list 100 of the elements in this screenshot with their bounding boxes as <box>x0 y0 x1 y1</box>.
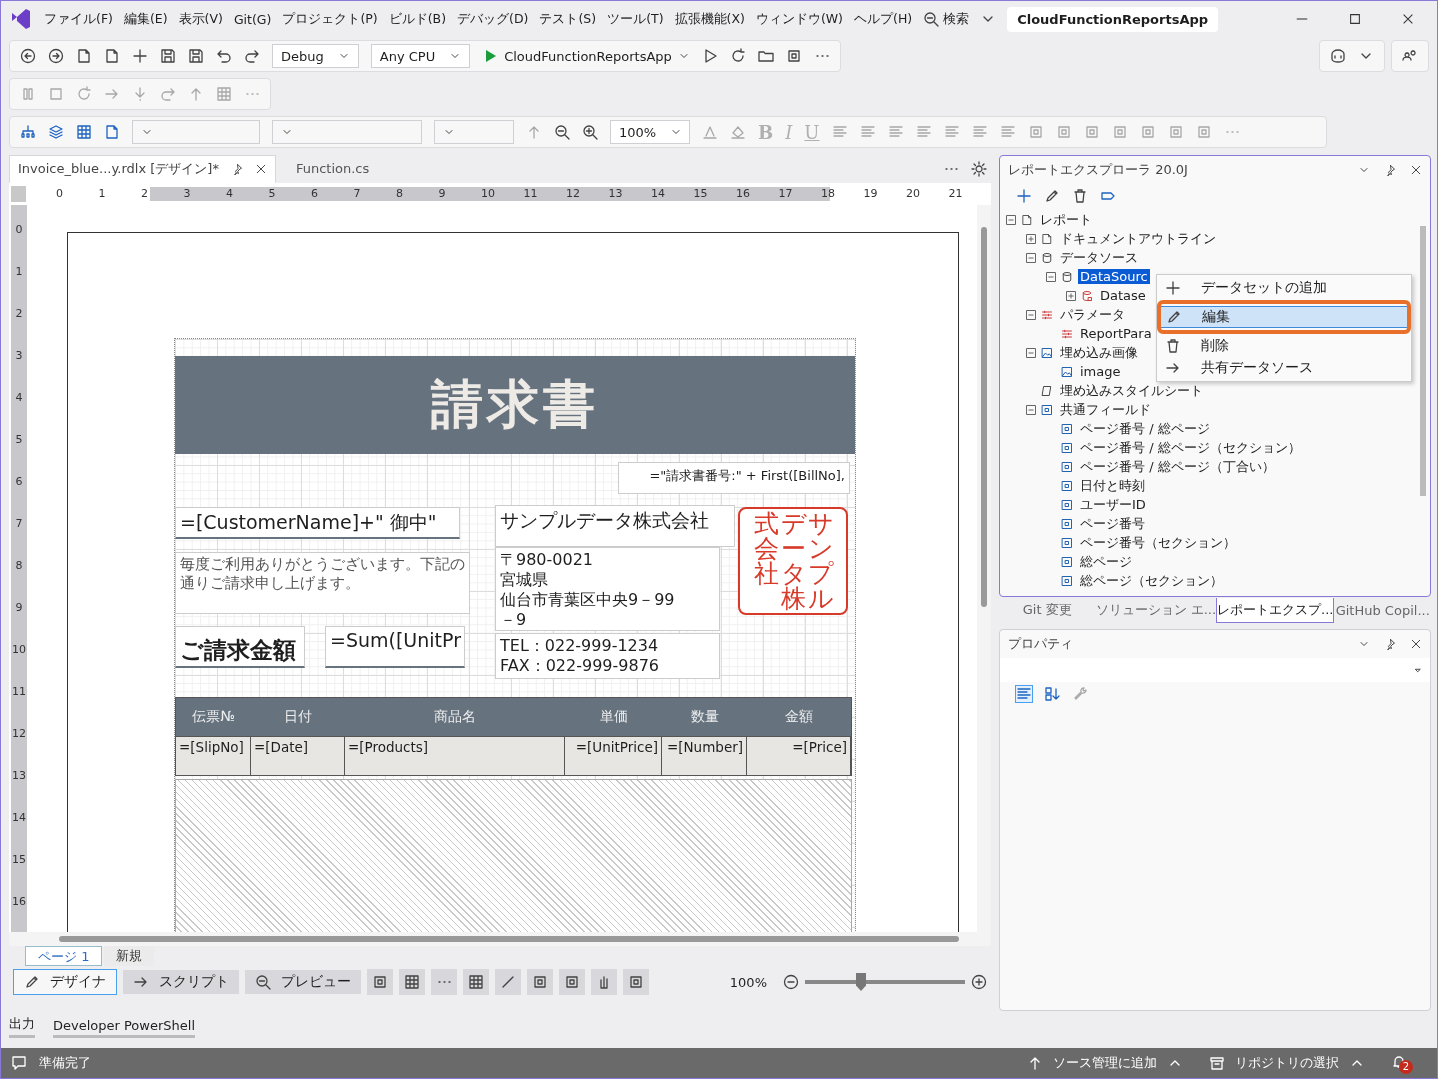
maximize-icon[interactable] <box>1348 12 1362 26</box>
menu-item[interactable]: 編集(E) <box>123 10 168 28</box>
panel-tab[interactable]: ソリューション エ... <box>1095 598 1217 622</box>
forward-icon[interactable] <box>48 48 64 64</box>
menu-item[interactable]: 拡張機能(X) <box>674 10 745 28</box>
expander-icon[interactable] <box>1026 233 1036 244</box>
menu-item[interactable]: ウィンドウ(W) <box>755 10 843 28</box>
hand-icon[interactable] <box>591 969 617 995</box>
tree-item[interactable]: ページ番号（セクション） <box>1078 533 1238 552</box>
tree-item[interactable]: ページ番号 / 総ページ（丁合い） <box>1078 457 1277 476</box>
layers-icon[interactable] <box>48 124 64 140</box>
repository-button[interactable]: リポジトリの選択 <box>1209 1054 1365 1072</box>
panel-tab[interactable]: GitHub Copil... <box>1334 599 1431 621</box>
table-icon[interactable] <box>399 969 425 995</box>
zoom-out-icon[interactable] <box>783 974 799 990</box>
menu-item[interactable]: デバッグ(D) <box>457 10 529 28</box>
page-tab[interactable]: 新規 <box>104 946 155 966</box>
tree-item[interactable]: image <box>1078 364 1123 379</box>
add-item-icon[interactable] <box>132 48 148 64</box>
pause-icon[interactable] <box>20 86 36 102</box>
document-tab[interactable]: Invoice_blue...y.rdlx [デザイン]* <box>9 154 276 184</box>
slider-thumb[interactable] <box>856 973 866 991</box>
tree-item[interactable]: ドキュメントアウトライン <box>1058 229 1218 248</box>
undo-icon[interactable] <box>216 48 232 64</box>
expander-icon[interactable] <box>1026 309 1036 320</box>
source-control-button[interactable]: ソース管理に追加 <box>1027 1054 1183 1072</box>
tree-item[interactable]: 日付と時刻 <box>1078 476 1147 495</box>
start-button[interactable]: CloudFunctionReportsApp <box>482 48 690 64</box>
horizontal-scrollbar[interactable] <box>9 932 991 946</box>
menu-item[interactable]: 表示(V) <box>178 10 223 28</box>
zoom-dropdown[interactable]: 100% <box>610 120 690 144</box>
document-icon[interactable] <box>104 124 120 140</box>
restart-icon[interactable] <box>76 86 92 102</box>
hot-reload-icon[interactable] <box>729 48 746 64</box>
font-color-icon[interactable] <box>702 124 718 140</box>
mode-tab[interactable]: デザイナ <box>13 969 117 995</box>
menu-item[interactable]: テスト(S) <box>539 10 597 28</box>
menu-item[interactable]: ファイル(F) <box>44 10 113 28</box>
menu-item[interactable]: データセットの追加 <box>1159 277 1409 299</box>
step-over-icon[interactable] <box>160 86 176 102</box>
zoom-in-icon[interactable] <box>971 974 987 990</box>
zoom-out-icon[interactable] <box>554 124 570 140</box>
close-icon[interactable] <box>1401 12 1415 26</box>
tree-item[interactable]: ユーザーID <box>1078 495 1148 514</box>
hierarchy-icon[interactable] <box>20 124 36 140</box>
sort-icon[interactable] <box>1044 686 1060 702</box>
search-button[interactable]: 検索 <box>923 10 970 28</box>
pin-icon[interactable] <box>1384 164 1396 176</box>
expander-icon[interactable] <box>1046 271 1056 282</box>
grid-icon[interactable] <box>76 124 92 140</box>
menu-item[interactable]: ツール(T) <box>607 10 664 28</box>
expander-icon[interactable] <box>1006 214 1016 225</box>
redo-icon[interactable] <box>244 48 260 64</box>
add-icon[interactable] <box>1016 188 1032 204</box>
settings-icon[interactable] <box>971 161 987 177</box>
grid-icon[interactable] <box>463 969 489 995</box>
tree-item[interactable]: パラメータ <box>1058 305 1127 324</box>
chat-icon[interactable] <box>11 1055 27 1071</box>
configuration-dropdown[interactable]: Debug <box>272 44 359 68</box>
menu-item[interactable]: ビルド(B) <box>388 10 447 28</box>
tree-item[interactable]: 埋め込み画像 <box>1058 343 1140 362</box>
tree-item[interactable]: ページ番号 / 総ページ <box>1078 419 1212 438</box>
panel-tab[interactable]: レポートエクスプ... <box>1216 597 1335 623</box>
categorized-icon[interactable] <box>1016 686 1032 702</box>
close-icon[interactable] <box>254 162 267 175</box>
menu-item[interactable]: 削除 <box>1159 335 1409 357</box>
pin-icon[interactable] <box>1384 638 1396 650</box>
expander-icon[interactable] <box>1026 404 1036 415</box>
tree-item[interactable]: Datase <box>1098 288 1148 303</box>
tree-item[interactable]: 総ページ <box>1078 552 1134 571</box>
close-icon[interactable] <box>1410 638 1422 650</box>
menu-item[interactable]: 共有データソース <box>1159 357 1409 379</box>
tree-item[interactable]: 総ページ（セクション） <box>1078 571 1225 590</box>
new-item-icon[interactable] <box>76 48 92 64</box>
tree-item[interactable]: 埋め込みスタイルシート <box>1058 381 1205 400</box>
back-icon[interactable] <box>20 48 36 64</box>
tree-item[interactable]: データソース <box>1058 248 1140 267</box>
tree-item[interactable]: DataSourc <box>1078 269 1150 284</box>
menu-item[interactable]: ヘルプ(H) <box>854 10 913 28</box>
panel-tab[interactable]: 出力 <box>9 1015 35 1038</box>
mode-tab[interactable]: プレビュー <box>245 970 361 994</box>
tree-item[interactable]: 共通フィールド <box>1058 400 1153 419</box>
zoom-in-icon[interactable] <box>582 124 598 140</box>
menu-item[interactable]: Git(G) <box>233 11 272 27</box>
document-tab[interactable]: Function.cs <box>287 156 378 182</box>
save-all-icon[interactable] <box>188 48 204 64</box>
dots-icon[interactable] <box>431 969 457 995</box>
panel-tab[interactable]: Git 変更 <box>999 598 1096 622</box>
tree-item[interactable]: ページ番号 / 総ページ（セクション） <box>1078 438 1303 457</box>
vertical-scrollbar[interactable] <box>977 205 991 932</box>
copilot-icon[interactable] <box>1330 48 1346 64</box>
panel-tab[interactable]: Developer PowerShell <box>53 1018 195 1038</box>
expander-icon[interactable] <box>1066 290 1076 301</box>
find-in-files-icon[interactable] <box>757 48 774 64</box>
save-icon[interactable] <box>160 48 176 64</box>
tree-item[interactable]: レポート <box>1038 210 1094 229</box>
open-file-icon[interactable] <box>104 48 120 64</box>
expander-icon[interactable] <box>1026 252 1036 263</box>
wrench-icon[interactable] <box>1072 686 1088 702</box>
tree-item[interactable]: ページ番号 <box>1078 514 1147 533</box>
